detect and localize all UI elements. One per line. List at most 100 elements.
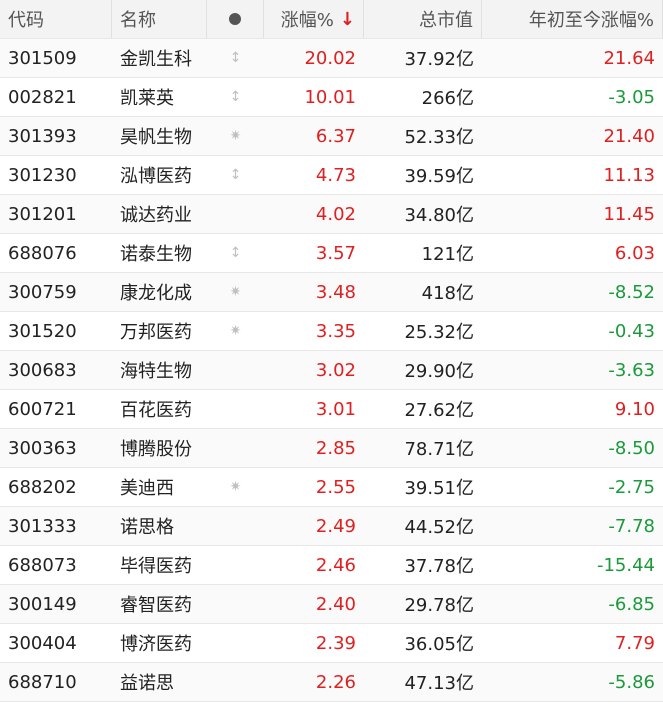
table-row[interactable]: 300759 康龙化成 ✷ 3.48 418亿 -8.52 xyxy=(0,273,663,312)
stock-code: 002821 xyxy=(8,86,77,108)
stock-table: 代码 名称 涨幅% ↓ 总市值 年初至今涨幅% 301509 金凯生科 ↕ 20.02… xyxy=(0,0,663,702)
ytd-change: -15.44 xyxy=(596,554,655,576)
table-row[interactable]: 301333 诺思格 2.49 44.52亿 -7.78 xyxy=(0,507,663,546)
table-row[interactable]: 300404 博济医药 2.39 36.05亿 7.79 xyxy=(0,624,663,663)
row-mark-icon: ↕ xyxy=(229,245,242,261)
ytd-change: 21.64 xyxy=(603,47,655,69)
stock-name: 美迪西 xyxy=(120,478,174,499)
change-percent: 3.02 xyxy=(315,359,356,381)
row-mark-icon: ✷ xyxy=(229,284,242,300)
stock-name: 睿智医药 xyxy=(120,595,192,616)
column-header-change[interactable]: 涨幅% ↓ xyxy=(264,0,364,38)
table-row[interactable]: 300683 海特生物 3.02 29.90亿 -3.63 xyxy=(0,351,663,390)
market-cap: 36.05亿 xyxy=(404,634,474,655)
table-row[interactable]: 688076 诺泰生物 ↕ 3.57 121亿 6.03 xyxy=(0,234,663,273)
table-row[interactable]: 002821 凯莱英 ↕ 10.01 266亿 -3.05 xyxy=(0,78,663,117)
table-row[interactable]: 301230 泓博医药 ↕ 4.73 39.59亿 11.13 xyxy=(0,156,663,195)
change-percent: 6.37 xyxy=(315,125,356,147)
dot-icon xyxy=(229,13,241,25)
ytd-change: -0.43 xyxy=(608,320,655,342)
market-cap: 34.80亿 xyxy=(404,205,474,226)
column-header-ytd[interactable]: 年初至今涨幅% xyxy=(482,0,663,38)
change-percent: 2.55 xyxy=(315,476,356,498)
market-cap: 27.62亿 xyxy=(404,400,474,421)
change-percent: 2.39 xyxy=(315,632,356,654)
stock-code: 300404 xyxy=(8,632,77,654)
column-header-market-cap-label: 总市值 xyxy=(419,10,473,31)
ytd-change: -6.85 xyxy=(608,593,655,615)
table-row[interactable]: 300363 博腾股份 2.85 78.71亿 -8.50 xyxy=(0,429,663,468)
column-header-name-label: 名称 xyxy=(120,10,156,31)
ytd-change: -3.05 xyxy=(608,86,655,108)
table-row[interactable]: 301393 昊帆生物 ✷ 6.37 52.33亿 21.40 xyxy=(0,117,663,156)
stock-name: 凯莱英 xyxy=(120,88,174,109)
table-header: 代码 名称 涨幅% ↓ 总市值 年初至今涨幅% xyxy=(0,0,663,39)
stock-code: 300149 xyxy=(8,593,77,615)
change-percent: 10.01 xyxy=(304,86,356,108)
ytd-change: 21.40 xyxy=(603,125,655,147)
table-row[interactable]: 600721 百花医药 3.01 27.62亿 9.10 xyxy=(0,390,663,429)
stock-code: 688073 xyxy=(8,554,77,576)
stock-code: 301509 xyxy=(8,47,77,69)
market-cap: 47.13亿 xyxy=(404,673,474,694)
table-body: 301509 金凯生科 ↕ 20.02 37.92亿 21.64 002821 凯莱英 ↕ 10.… xyxy=(0,39,663,702)
column-header-ytd-label: 年初至今涨幅% xyxy=(528,10,654,31)
column-header-change-label: 涨幅% xyxy=(280,10,334,31)
change-percent: 3.48 xyxy=(315,281,356,303)
stock-code: 300683 xyxy=(8,359,77,381)
stock-name: 益诺思 xyxy=(120,673,174,694)
table-row[interactable]: 301509 金凯生科 ↕ 20.02 37.92亿 21.64 xyxy=(0,39,663,78)
market-cap: 44.52亿 xyxy=(404,517,474,538)
stock-code: 301393 xyxy=(8,125,77,147)
change-percent: 2.40 xyxy=(315,593,356,615)
table-row[interactable]: 688710 益诺思 2.26 47.13亿 -5.86 xyxy=(0,663,663,702)
stock-name: 海特生物 xyxy=(120,361,192,382)
stock-code: 688076 xyxy=(8,242,77,264)
market-cap: 39.59亿 xyxy=(404,166,474,187)
table-row[interactable]: 301201 诚达药业 4.02 34.80亿 11.45 xyxy=(0,195,663,234)
row-mark-icon: ↕ xyxy=(229,50,242,66)
ytd-change: -7.78 xyxy=(608,515,655,537)
change-percent: 2.85 xyxy=(315,437,356,459)
stock-code: 688202 xyxy=(8,476,77,498)
stock-code: 301201 xyxy=(8,203,77,225)
stock-name: 诺思格 xyxy=(120,517,174,538)
market-cap: 266亿 xyxy=(421,88,474,109)
stock-name: 博腾股份 xyxy=(120,439,192,460)
column-header-market-cap[interactable]: 总市值 xyxy=(364,0,482,38)
row-mark-icon: ✷ xyxy=(229,479,242,495)
ytd-change: 6.03 xyxy=(614,242,655,264)
stock-name: 毕得医药 xyxy=(120,556,192,577)
change-percent: 3.01 xyxy=(315,398,356,420)
market-cap: 25.32亿 xyxy=(404,322,474,343)
stock-name: 金凯生科 xyxy=(120,49,192,70)
stock-code: 300363 xyxy=(8,437,77,459)
stock-code: 300759 xyxy=(8,281,77,303)
table-row[interactable]: 688202 美迪西 ✷ 2.55 39.51亿 -2.75 xyxy=(0,468,663,507)
stock-name: 康龙化成 xyxy=(120,283,192,304)
ytd-change: -8.50 xyxy=(608,437,655,459)
table-row[interactable]: 301520 万邦医药 ✷ 3.35 25.32亿 -0.43 xyxy=(0,312,663,351)
ytd-change: 11.13 xyxy=(603,164,655,186)
change-percent: 20.02 xyxy=(304,47,356,69)
table-row[interactable]: 688073 毕得医药 2.46 37.78亿 -15.44 xyxy=(0,546,663,585)
stock-code: 301520 xyxy=(8,320,77,342)
market-cap: 37.78亿 xyxy=(404,556,474,577)
market-cap: 121亿 xyxy=(421,244,474,265)
column-header-mark[interactable] xyxy=(207,0,264,38)
market-cap: 39.51亿 xyxy=(404,478,474,499)
column-header-name[interactable]: 名称 xyxy=(112,0,207,38)
ytd-change: 7.79 xyxy=(614,632,655,654)
market-cap: 418亿 xyxy=(421,283,474,304)
column-header-code[interactable]: 代码 xyxy=(0,0,112,38)
row-mark-icon: ✷ xyxy=(229,323,242,339)
stock-code: 600721 xyxy=(8,398,77,420)
market-cap: 52.33亿 xyxy=(404,127,474,148)
column-header-code-label: 代码 xyxy=(8,10,44,31)
change-percent: 4.02 xyxy=(315,203,356,225)
change-percent: 2.46 xyxy=(315,554,356,576)
stock-name: 百花医药 xyxy=(120,400,192,421)
ytd-change: 9.10 xyxy=(614,398,655,420)
ytd-change: 11.45 xyxy=(603,203,655,225)
table-row[interactable]: 300149 睿智医药 2.40 29.78亿 -6.85 xyxy=(0,585,663,624)
